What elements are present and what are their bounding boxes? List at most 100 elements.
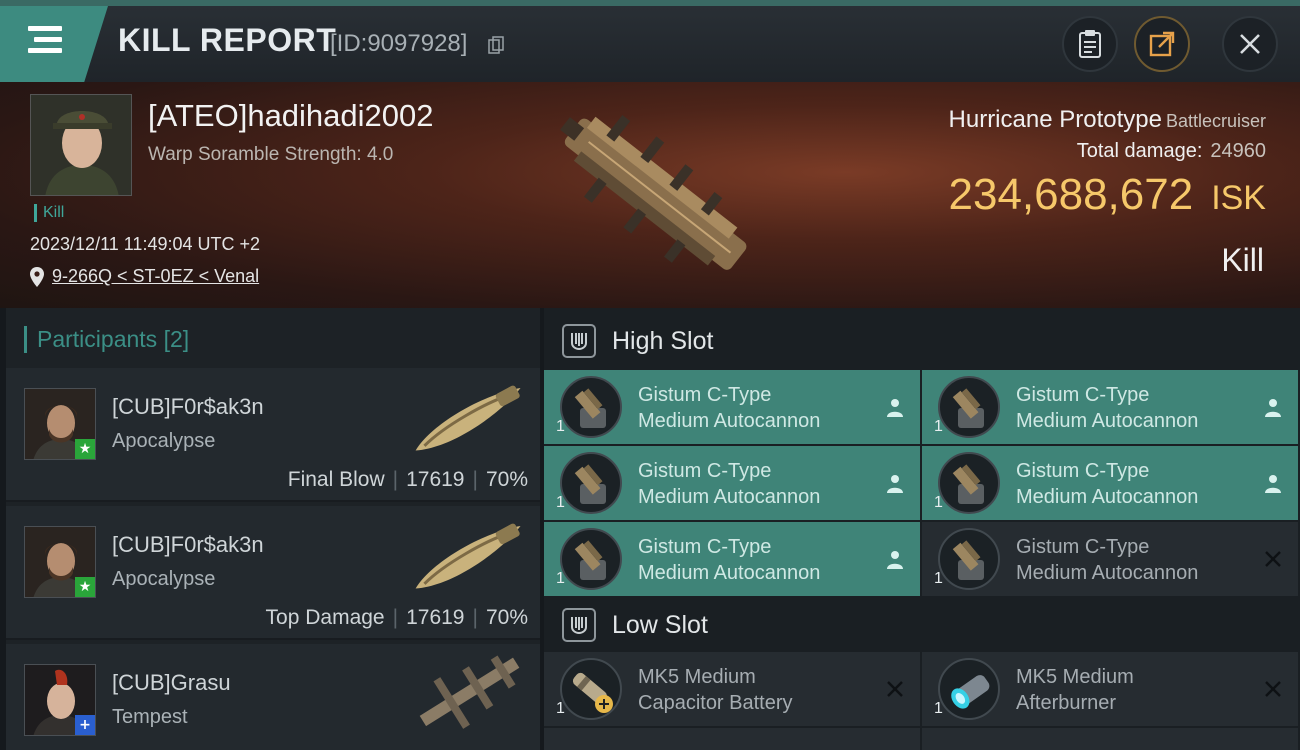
module-name-line1: MK5 Medium [1016,666,1134,688]
module-slot[interactable]: 1 Gistum C-Type Medium Autocannon [922,370,1298,444]
module-name-line2: Medium Autocannon [1016,486,1199,508]
participant-ship-image [415,523,521,589]
kill-tag: Kill [34,204,64,222]
close-icon [1240,34,1260,54]
menu-button[interactable] [0,6,108,82]
module-slot[interactable]: 1 Gistum C-Type Medium Autocannon [544,370,920,444]
share-button[interactable] [1134,16,1190,72]
module-slot[interactable]: 1 MK5 Medium Afterburner [922,652,1298,726]
module-name: MK5 Medium Afterburner [1016,664,1134,716]
avatar[interactable]: + [24,664,96,736]
total-damage: Total damage: 24960 [1077,140,1266,163]
autocannon-icon [938,376,1000,438]
participant-role: Final Blow [287,468,385,491]
x-icon [1262,548,1284,570]
participant-damage: 17619 [406,606,465,629]
person-icon [1262,472,1284,494]
module-name-line1: Gistum C-Type [638,536,772,558]
slot-icon [562,608,596,642]
module-name: Gistum C-Type Medium Autocannon [1016,534,1198,586]
participant-name[interactable]: [CUB]F0r$ak3n [112,532,264,558]
module-name-line1: Gistum C-Type [1016,460,1150,482]
low-slot-title: Low Slot [612,610,708,639]
module-quantity: 1 [934,570,943,587]
module-name-line1: Gistum C-Type [1016,384,1150,406]
participant-role: Top Damage [265,606,385,629]
module-slot[interactable]: 1 Gistum C-Type Medium Autocannon [544,446,920,520]
participant-name[interactable]: [CUB]F0r$ak3n [112,394,264,420]
autocannon-icon [938,528,1000,590]
report-id: [ID:9097928] [330,30,468,57]
module-name: MK5 Medium Capacitor Battery [638,664,793,716]
high-slot-header: High Slot [544,310,1300,372]
clipboard-icon [1079,30,1101,58]
module-name: Gistum C-Type Medium Autocannon [1016,458,1198,510]
afterburner-icon [938,658,1000,720]
participant-damage: 17619 [406,468,465,491]
close-button[interactable] [1222,16,1278,72]
warp-scramble-strength: Warp Soramble Strength: 4.0 [148,144,394,165]
module-quantity: 1 [556,570,565,587]
isk-value: 234,688,672 ISK [949,170,1267,220]
victim-ship-image [560,114,747,270]
module-name-line2: Medium Autocannon [638,410,821,432]
module-quantity: 1 [934,700,943,717]
victim-ship-name[interactable]: Hurricane Prototype Battlecruiser [949,106,1266,134]
person-icon [1262,396,1284,418]
module-slot[interactable]: 1 Gistum C-Type Medium Autocannon [922,446,1298,520]
page-title: KILL REPORT [118,22,337,58]
isk-amount: 234,688,672 [948,170,1194,219]
module-name-line1: Gistum C-Type [638,384,772,406]
person-icon [884,548,906,570]
module-name-line2: Medium Autocannon [1016,410,1199,432]
high-slot-title: High Slot [612,326,714,355]
victim-portrait[interactable] [30,94,132,196]
module-name-line1: Gistum C-Type [1016,536,1150,558]
participant-ship: Apocalypse [112,430,216,452]
separator: | [392,468,399,491]
copy-icon[interactable] [488,36,504,54]
module-slot[interactable]: 1 Gistum C-Type Medium Autocannon [544,522,920,596]
menu-icon [28,26,62,59]
x-icon [1262,678,1284,700]
participant-card[interactable]: ★ [CUB]F0r$ak3n Apocalypse Top Damage | 17… [6,506,540,640]
location-link[interactable]: 9-266Q < ST-0EZ < Venal [52,266,259,287]
clipboard-button[interactable] [1062,16,1118,72]
victim-name[interactable]: [ATEO]hadihadi2002 [148,98,434,134]
plus-icon: + [75,715,95,735]
module-slot[interactable]: 1 MK5 Medium Capacitor Battery [544,652,920,726]
participant-percent: 70% [485,468,528,491]
autocannon-icon [560,528,622,590]
module-name-line2: Medium Autocannon [1016,562,1199,584]
module-name: Gistum C-Type Medium Autocannon [638,534,820,586]
kill-location[interactable]: 9-266Q < ST-0EZ < Venal [30,266,259,287]
person-icon [884,472,906,494]
share-icon [1149,31,1175,57]
total-damage-value: 24960 [1210,140,1266,162]
participant-card[interactable]: ★ [CUB]F0r$ak3n Apocalypse Final Blow | 17… [6,368,540,502]
participant-card[interactable]: + [CUB]Grasu Tempest [6,644,540,750]
avatar[interactable]: ★ [24,526,96,598]
module-quantity: 1 [934,494,943,511]
autocannon-icon [938,452,1000,514]
fitting-panel: High Slot 1 Gistum C-Type Medium Autocann… [544,308,1300,750]
participants-header: Participants [2] [24,326,189,353]
separator: | [472,468,478,491]
participant-ship-image [415,385,521,451]
avatar[interactable]: ★ [24,388,96,460]
module-name-line2: Afterburner [1016,692,1117,714]
module-name-line1: Gistum C-Type [638,460,772,482]
participants-title: Participants [37,326,158,352]
module-quantity: 1 [934,418,943,435]
module-name-line2: Medium Autocannon [638,562,821,584]
module-name-line1: MK5 Medium [638,666,756,688]
participants-count: [2] [163,326,190,352]
participant-percent: 70% [485,606,528,629]
low-slot-header: Low Slot [544,594,1300,656]
participant-name[interactable]: [CUB]Grasu [112,670,231,696]
location-pin-icon [30,266,44,287]
module-slot[interactable] [544,728,920,750]
module-name: Gistum C-Type Medium Autocannon [638,382,820,434]
module-slot[interactable]: 1 Gistum C-Type Medium Autocannon [922,522,1298,596]
module-slot[interactable] [922,728,1298,750]
